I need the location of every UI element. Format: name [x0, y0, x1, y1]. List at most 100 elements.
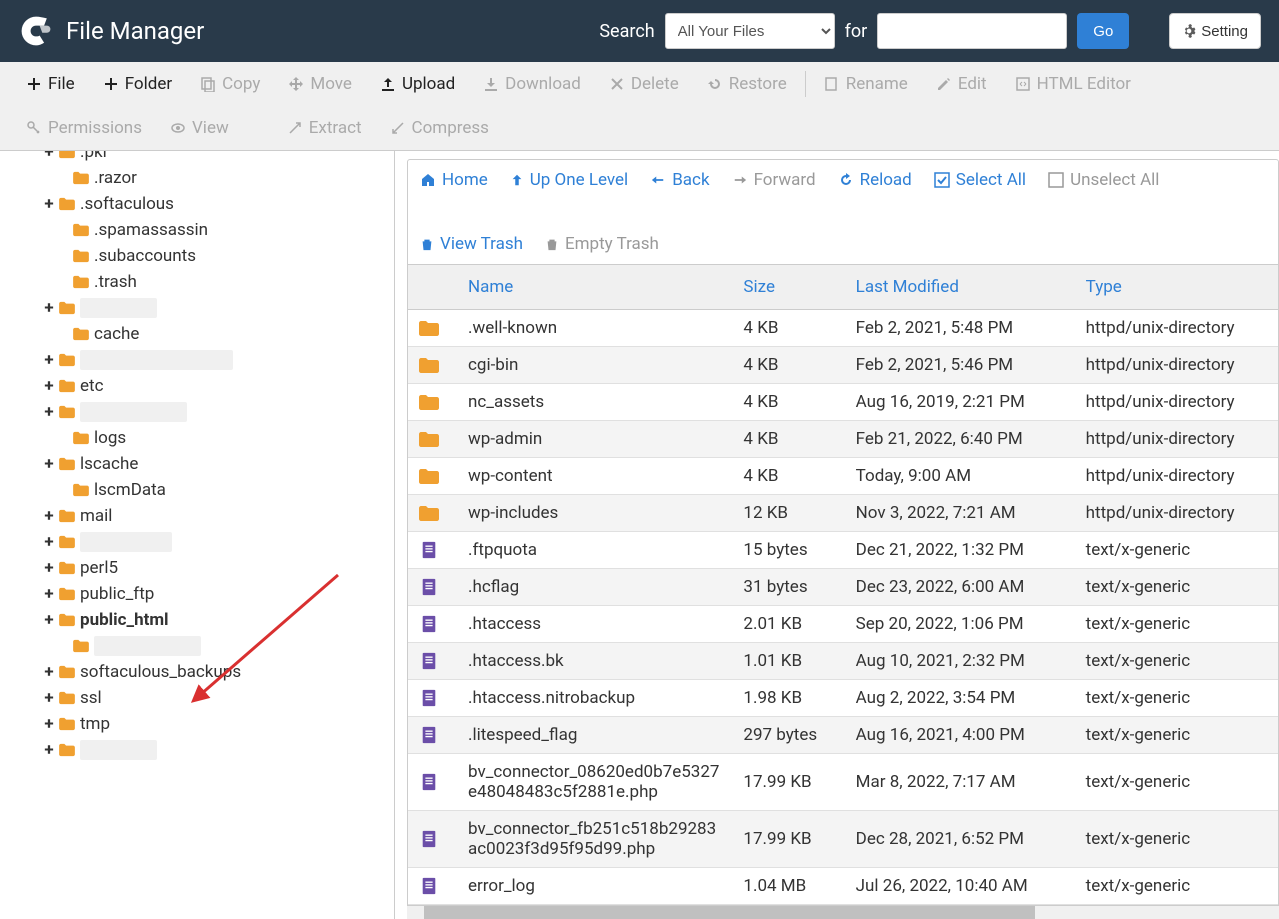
- tree-item[interactable]: +.softaculous: [42, 191, 394, 217]
- table-row[interactable]: wp-content4 KBToday, 9:00 AMhttpd/unix-d…: [408, 458, 1278, 495]
- column-size[interactable]: Size: [733, 265, 845, 310]
- go-button[interactable]: Go: [1077, 13, 1129, 49]
- row-icon-cell: [408, 868, 458, 905]
- search-scope-select[interactable]: All Your Files: [665, 13, 835, 49]
- home-button[interactable]: Home: [420, 170, 488, 190]
- tree-item[interactable]: +.spamassassin: [42, 217, 394, 243]
- move-button[interactable]: Move: [274, 62, 366, 106]
- rename-button[interactable]: Rename: [810, 62, 922, 106]
- tree-item[interactable]: + ssl: [42, 685, 394, 711]
- permissions-button[interactable]: Permissions: [12, 106, 156, 150]
- table-row[interactable]: .hcflag31 bytesDec 23, 2022, 6:00 AMtext…: [408, 569, 1278, 606]
- unselect-all-button[interactable]: Unselect All: [1048, 170, 1159, 190]
- tree-toggle[interactable]: +: [42, 350, 56, 370]
- tree-label: ssl: [80, 688, 102, 708]
- tree-label: ______________: [80, 402, 187, 422]
- tree-toggle[interactable]: +: [42, 151, 56, 162]
- tree-toggle[interactable]: +: [42, 506, 56, 526]
- horizontal-scrollbar[interactable]: [407, 905, 1279, 919]
- tree-toggle[interactable]: +: [42, 558, 56, 578]
- settings-button[interactable]: Setting: [1169, 13, 1261, 49]
- tree-item[interactable]: + ______________: [42, 399, 394, 425]
- folder-tree-sidebar[interactable]: +.pki+.razor+.softaculous+.spamassassin+…: [0, 151, 395, 919]
- column-modified[interactable]: Last Modified: [846, 265, 1076, 310]
- empty-trash-button[interactable]: Empty Trash: [545, 234, 659, 254]
- tree-item[interactable]: +__________: [42, 295, 394, 321]
- row-size: 17.99 KB: [733, 811, 845, 868]
- tree-toggle[interactable]: +: [42, 194, 56, 214]
- tree-toggle[interactable]: +: [42, 532, 56, 552]
- view-button[interactable]: View: [156, 106, 243, 150]
- file-table-container[interactable]: Name Size Last Modified Type .well-known…: [407, 265, 1279, 905]
- forward-button[interactable]: Forward: [732, 170, 816, 190]
- reload-button[interactable]: Reload: [838, 170, 912, 190]
- tree-item[interactable]: +lscache: [42, 451, 394, 477]
- table-row[interactable]: .htaccess2.01 KBSep 20, 2022, 1:06 PMtex…: [408, 606, 1278, 643]
- tree-toggle[interactable]: +: [42, 298, 56, 318]
- table-row[interactable]: wp-includes12 KBNov 3, 2022, 7:21 AMhttp…: [408, 495, 1278, 532]
- table-row[interactable]: .litespeed_flag297 bytesAug 16, 2021, 4:…: [408, 717, 1278, 754]
- table-row[interactable]: bv_connector_08620ed0b7e5327e48048483c5f…: [408, 754, 1278, 811]
- download-button[interactable]: Download: [469, 62, 595, 106]
- new-folder-button[interactable]: Folder: [89, 62, 186, 106]
- table-row[interactable]: .htaccess.nitrobackup1.98 KBAug 2, 2022,…: [408, 680, 1278, 717]
- copy-button[interactable]: Copy: [186, 62, 274, 106]
- table-row[interactable]: error_log1.04 MBJul 26, 2022, 10:40 AMte…: [408, 868, 1278, 905]
- tree-item[interactable]: +perl5: [42, 555, 394, 581]
- tree-toggle[interactable]: +: [42, 688, 56, 708]
- table-row[interactable]: .well-known4 KBFeb 2, 2021, 5:48 PMhttpd…: [408, 310, 1278, 347]
- tree-toggle[interactable]: +: [42, 662, 56, 682]
- compress-button[interactable]: Compress: [376, 106, 503, 150]
- restore-button[interactable]: Restore: [693, 62, 801, 106]
- tree-item[interactable]: +logs: [42, 425, 394, 451]
- upload-button[interactable]: Upload: [366, 62, 469, 106]
- html-editor-button[interactable]: HTML Editor: [1001, 62, 1145, 106]
- breadcrumb-bar: Home Up One Level Back Forward Reload Se…: [407, 159, 1279, 265]
- tree-toggle[interactable]: +: [42, 402, 56, 422]
- tree-item[interactable]: +tmp: [42, 711, 394, 737]
- tree-toggle[interactable]: +: [42, 714, 56, 734]
- tree-item[interactable]: +.subaccounts: [42, 243, 394, 269]
- column-icon[interactable]: [408, 265, 458, 310]
- tree-toggle[interactable]: +: [42, 610, 56, 630]
- up-button[interactable]: Up One Level: [510, 170, 628, 190]
- table-row[interactable]: cgi-bin4 KBFeb 2, 2021, 5:46 PMhttpd/uni…: [408, 347, 1278, 384]
- select-all-button[interactable]: Select All: [934, 170, 1026, 190]
- edit-button[interactable]: Edit: [922, 62, 1001, 106]
- tree-toggle[interactable]: +: [42, 454, 56, 474]
- column-name[interactable]: Name: [458, 265, 733, 310]
- for-label: for: [845, 21, 868, 42]
- tree-toggle[interactable]: +: [42, 740, 56, 760]
- table-row[interactable]: .ftpquota15 bytesDec 21, 2022, 1:32 PMte…: [408, 532, 1278, 569]
- tree-item[interactable]: +____________: [42, 529, 394, 555]
- tree-item[interactable]: +____________________: [42, 347, 394, 373]
- table-row[interactable]: .htaccess.bk1.01 KBAug 10, 2021, 2:32 PM…: [408, 643, 1278, 680]
- arrow-left-icon: [650, 173, 666, 187]
- new-file-button[interactable]: File: [12, 62, 89, 106]
- column-type[interactable]: Type: [1076, 265, 1278, 310]
- row-name: .htaccess.bk: [458, 643, 733, 680]
- tree-item[interactable]: +lscmData: [42, 477, 394, 503]
- tree-item[interactable]: +cache: [42, 321, 394, 347]
- delete-button[interactable]: Delete: [595, 62, 693, 106]
- tree-item[interactable]: +public_html: [42, 607, 394, 633]
- tree-item[interactable]: +.pki: [42, 151, 394, 165]
- tree-item[interactable]: +______________: [42, 633, 394, 659]
- tree-item[interactable]: +etc: [42, 373, 394, 399]
- tree-toggle[interactable]: +: [42, 584, 56, 604]
- tree-item[interactable]: +.razor: [42, 165, 394, 191]
- table-row[interactable]: wp-admin4 KBFeb 21, 2022, 6:40 PMhttpd/u…: [408, 421, 1278, 458]
- tree-item[interactable]: +mail: [42, 503, 394, 529]
- table-row[interactable]: nc_assets4 KBAug 16, 2019, 2:21 PMhttpd/…: [408, 384, 1278, 421]
- tree-item[interactable]: +softaculous_backups: [42, 659, 394, 685]
- tree-toggle[interactable]: +: [42, 376, 56, 396]
- plus-icon: [103, 76, 119, 92]
- view-trash-button[interactable]: View Trash: [420, 234, 523, 254]
- tree-item[interactable]: +.trash: [42, 269, 394, 295]
- back-button[interactable]: Back: [650, 170, 709, 190]
- tree-item[interactable]: +__________: [42, 737, 394, 763]
- extract-button[interactable]: Extract: [273, 106, 376, 150]
- table-row[interactable]: bv_connector_fb251c518b29283ac0023f3d95f…: [408, 811, 1278, 868]
- search-input[interactable]: [877, 13, 1067, 49]
- tree-item[interactable]: +public_ftp: [42, 581, 394, 607]
